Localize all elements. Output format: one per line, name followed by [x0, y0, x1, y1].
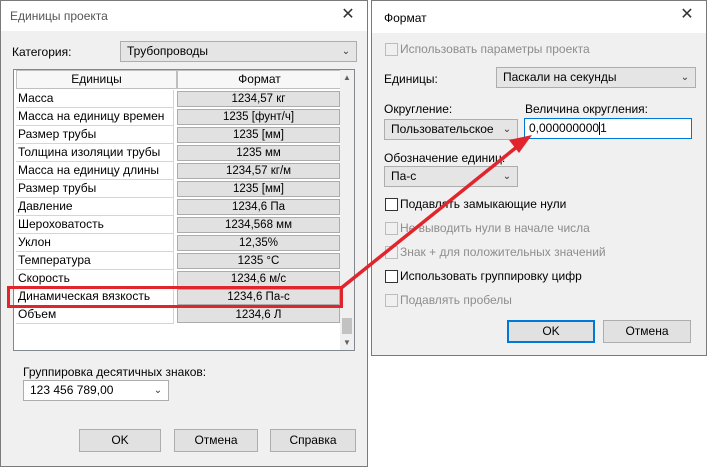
table-row[interactable]: Масса на единицу длины 1234,57 кг/м [14, 162, 342, 180]
rounding-select[interactable]: Пользовательское ⌄ [384, 119, 518, 140]
close-icon[interactable]: ✕ [678, 6, 696, 24]
scroll-up-icon[interactable]: ▲ [340, 70, 354, 85]
option-checkbox[interactable] [385, 246, 398, 259]
unit-symbol-select[interactable]: Па-с ⌄ [384, 166, 518, 187]
header-format[interactable]: Формат [177, 70, 342, 89]
option-label: Не выводить нули в начале числа [400, 221, 590, 235]
rounding-label: Округление: [384, 102, 453, 116]
chevron-down-icon: ⌄ [153, 385, 163, 396]
rounding-increment-label: Величина округления: [525, 102, 648, 116]
row-unit-name: Шероховатость [16, 216, 174, 234]
unit-symbol-value: Па-с [391, 169, 417, 183]
units-select[interactable]: Паскали на секунды ⌄ [496, 67, 696, 88]
chevron-down-icon: ⌄ [341, 46, 351, 57]
option-label: Использовать группировку цифр [400, 269, 582, 283]
table-row[interactable]: Шероховатость 1234,568 мм [14, 216, 342, 234]
option-label: Подавлять замыкающие нули [400, 197, 567, 211]
table-row[interactable]: Температура 1235 °C [14, 252, 342, 270]
table-row[interactable]: Уклон 12,35% [14, 234, 342, 252]
category-value: Трубопроводы [127, 44, 208, 58]
row-unit-name: Размер трубы [16, 180, 174, 198]
chevron-down-icon: ⌄ [502, 171, 512, 182]
option-label: Подавлять пробелы [400, 293, 512, 307]
row-format-button[interactable]: 1234,6 Л [177, 307, 340, 323]
table-row[interactable]: Масса на единицу времен 1235 [фунт/ч] [14, 108, 342, 126]
row-format-button[interactable]: 12,35% [177, 235, 340, 251]
help-button[interactable]: Справка [270, 429, 356, 452]
rounding-value: Пользовательское [391, 122, 494, 136]
row-unit-name: Температура [16, 252, 174, 270]
chevron-down-icon: ⌄ [680, 72, 690, 83]
row-format-button[interactable]: 1235 [фунт/ч] [177, 109, 340, 125]
scroll-down-icon[interactable]: ▼ [340, 335, 354, 350]
row-format-button[interactable]: 1234,57 кг/м [177, 163, 340, 179]
option-label: Знак + для положительных значений [400, 245, 606, 259]
row-format-button[interactable]: 1235 [мм] [177, 127, 340, 143]
category-select[interactable]: Трубопроводы ⌄ [120, 41, 357, 62]
row-unit-name: Объем [16, 306, 174, 324]
table-row[interactable]: Масса 1234,57 кг [14, 90, 342, 108]
grouping-label: Группировка десятичных знаков: [23, 365, 207, 379]
option-checkbox[interactable] [385, 294, 398, 307]
units-dialog-title: Единицы проекта [10, 9, 108, 23]
units-dialog-titlebar: Единицы проекта ✕ [1, 1, 367, 31]
table-row[interactable]: Размер трубы 1235 [мм] [14, 126, 342, 144]
units-value: Паскали на секунды [503, 70, 617, 84]
scroll-thumb[interactable] [342, 318, 352, 334]
table-row[interactable]: Объем 1234,6 Л [14, 306, 342, 324]
use-project-settings-checkbox[interactable] [385, 43, 398, 56]
table-header: Единицы Формат [14, 70, 342, 89]
row-unit-name: Масса [16, 90, 174, 108]
table-scrollbar[interactable]: ▲ ▼ [340, 70, 354, 350]
highlight-frame [7, 286, 343, 308]
table-row[interactable]: Размер трубы 1235 [мм] [14, 180, 342, 198]
grouping-value: 123 456 789,00 [30, 383, 114, 397]
units-label: Единицы: [384, 72, 438, 86]
rounding-increment-value: 0,000000000 [529, 121, 600, 135]
option-checkbox[interactable] [385, 198, 398, 211]
header-units[interactable]: Единицы [16, 70, 177, 89]
table-row[interactable]: Толщина изоляции трубы 1235 мм [14, 144, 342, 162]
row-unit-name: Размер трубы [16, 126, 174, 144]
category-label: Категория: [12, 45, 72, 59]
table-row[interactable]: Давление 1234,6 Па [14, 198, 342, 216]
use-project-settings-label: Использовать параметры проекта [400, 42, 590, 56]
row-format-button[interactable]: 1234,6 Па [177, 199, 340, 215]
rounding-increment-input[interactable]: 0,0000000001 [524, 118, 692, 139]
option-checkbox[interactable] [385, 222, 398, 235]
row-format-button[interactable]: 1234,6 м/с [177, 271, 340, 287]
format-cancel-button[interactable]: Отмена [603, 320, 691, 343]
rounding-increment-tail: 1 [600, 121, 607, 135]
grouping-select[interactable]: 123 456 789,00 ⌄ [23, 380, 169, 401]
cancel-button[interactable]: Отмена [174, 429, 258, 452]
row-format-button[interactable]: 1234,57 кг [177, 91, 340, 107]
format-dialog-titlebar: Формат ✕ [372, 1, 706, 33]
close-icon[interactable]: ✕ [339, 6, 357, 24]
row-unit-name: Уклон [16, 234, 174, 252]
row-format-button[interactable]: 1235 [мм] [177, 181, 340, 197]
unit-symbol-label: Обозначение единиц: [384, 151, 506, 165]
row-format-button[interactable]: 1235 °C [177, 253, 340, 269]
ok-button[interactable]: OK [79, 429, 161, 452]
row-unit-name: Давление [16, 198, 174, 216]
row-unit-name: Масса на единицу длины [16, 162, 174, 180]
chevron-down-icon: ⌄ [502, 124, 512, 135]
format-ok-button[interactable]: OK [507, 320, 595, 343]
format-dialog: Формат ✕ Использовать параметры проекта … [371, 0, 707, 356]
row-format-button[interactable]: 1235 мм [177, 145, 340, 161]
project-units-dialog: Единицы проекта ✕ Категория: Трубопровод… [0, 0, 368, 467]
format-dialog-title: Формат [384, 11, 427, 25]
row-format-button[interactable]: 1234,568 мм [177, 217, 340, 233]
row-unit-name: Толщина изоляции трубы [16, 144, 174, 162]
units-table: Единицы Формат Масса 1234,57 кг Масса на е… [13, 69, 355, 351]
row-unit-name: Масса на единицу времен [16, 108, 174, 126]
option-checkbox[interactable] [385, 270, 398, 283]
